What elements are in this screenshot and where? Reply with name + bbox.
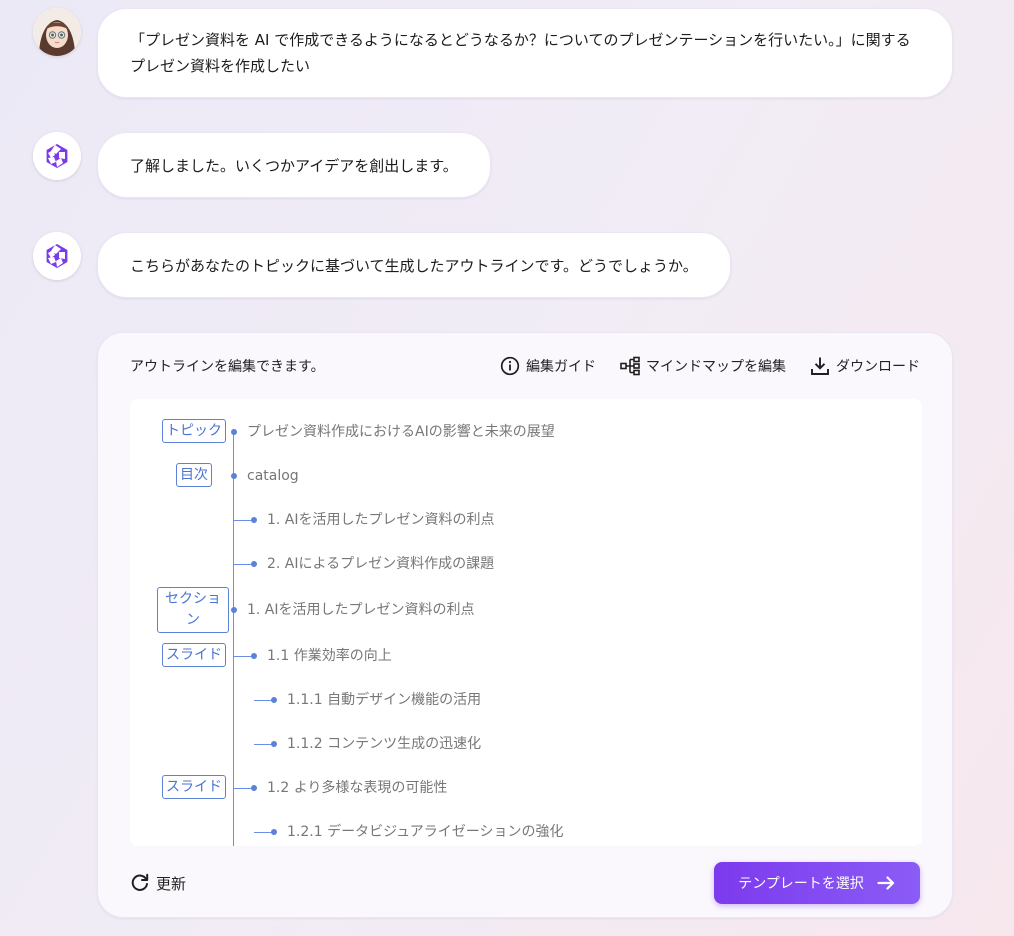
download-icon <box>811 357 829 375</box>
outline-node-dot <box>231 607 237 613</box>
download-label: ダウンロード <box>836 359 920 375</box>
outline-node-dot <box>251 517 257 523</box>
assistant-logo-icon <box>33 132 81 180</box>
outline-node-dot <box>271 741 277 747</box>
assistant-message: 了解しました。いくつかアイデアを創出します。 <box>97 132 491 198</box>
info-icon <box>500 356 520 376</box>
outline-tree[interactable]: トピック プレゼン資料作成におけるAIの影響と未来の展望 目次 catalog … <box>130 399 922 846</box>
outline-text[interactable]: 1.1 作業効率の向上 <box>267 646 392 666</box>
outline-node-dot <box>231 473 237 479</box>
outline-row-slide[interactable]: スライド 1.2 より多様な表現の可能性 <box>130 775 922 801</box>
outline-card: アウトラインを編集できます。 編集ガイド マインドマップを編集 ダウンロード ト… <box>97 332 953 918</box>
refresh-button[interactable]: 更新 <box>130 873 186 894</box>
refresh-label: 更新 <box>156 874 187 893</box>
outline-row-point[interactable]: 1.1.1 自動デザイン機能の活用 <box>130 687 922 713</box>
outline-text[interactable]: catalog <box>247 466 299 486</box>
outline-branch-line <box>254 700 272 701</box>
message-text: 「プレゼン資料を AI で作成できるようになるとどうなるか？についてのプレゼンテ… <box>130 31 911 75</box>
outline-card-header: アウトラインを編集できます。 編集ガイド マインドマップを編集 ダウンロード <box>130 353 920 379</box>
outline-branch-line <box>234 656 252 657</box>
arrow-right-icon <box>877 876 894 890</box>
tag-slide: スライド <box>162 643 226 667</box>
outline-text[interactable]: プレゼン資料作成におけるAIの影響と未来の展望 <box>247 422 555 442</box>
outline-row-catalog[interactable]: 目次 catalog <box>130 463 922 489</box>
tag-catalog: 目次 <box>176 463 212 487</box>
outline-text[interactable]: 1.1.1 自動デザイン機能の活用 <box>287 690 481 710</box>
edit-guide-label: 編集ガイド <box>526 359 596 375</box>
outline-node-dot <box>251 785 257 791</box>
select-template-label: テンプレートを選択 <box>738 876 864 892</box>
select-template-button[interactable]: テンプレートを選択 <box>714 862 920 904</box>
outline-text[interactable]: 2. AIによるプレゼン資料作成の課題 <box>267 554 494 574</box>
outline-row-point[interactable]: 1.1.2 コンテンツ生成の迅速化 <box>130 731 922 757</box>
edit-mindmap-button[interactable]: マインドマップを編集 <box>620 356 786 376</box>
outline-node-dot <box>231 429 237 435</box>
outline-text[interactable]: 1.1.2 コンテンツ生成の迅速化 <box>287 734 481 754</box>
outline-row-slide[interactable]: スライド 1.1 作業効率の向上 <box>130 643 922 669</box>
outline-text[interactable]: 1.2.1 データビジュアライゼーションの強化 <box>287 822 564 842</box>
mindmap-icon <box>620 356 640 376</box>
edit-guide-button[interactable]: 編集ガイド <box>500 356 596 376</box>
outline-branch-line <box>234 564 252 565</box>
outline-row-catalog-item[interactable]: 1. AIを活用したプレゼン資料の利点 <box>130 507 922 533</box>
outline-branch-line <box>254 832 272 833</box>
assistant-logo-icon <box>33 232 81 280</box>
outline-branch-line <box>234 520 252 521</box>
tag-slide: スライド <box>162 775 226 799</box>
tag-topic: トピック <box>162 419 226 443</box>
outline-row-point[interactable]: 1.2.1 データビジュアライゼーションの強化 <box>130 819 922 845</box>
user-avatar-icon <box>33 8 81 56</box>
outline-branch-line <box>234 788 252 789</box>
outline-card-footer: 更新 テンプレートを選択 <box>130 862 920 904</box>
refresh-icon <box>131 873 149 891</box>
message-text: こちらがあなたのトピックに基づいて生成したアウトラインです。どうでしょうか。 <box>130 257 698 275</box>
assistant-message: こちらがあなたのトピックに基づいて生成したアウトラインです。どうでしょうか。 <box>97 232 731 298</box>
outline-node-dot <box>271 697 277 703</box>
edit-mindmap-label: マインドマップを編集 <box>646 359 786 375</box>
outline-node-dot <box>251 561 257 567</box>
outline-edit-hint: アウトラインを編集できます。 <box>130 359 325 375</box>
outline-branch-line <box>254 744 272 745</box>
outline-node-dot <box>251 653 257 659</box>
user-message: 「プレゼン資料を AI で作成できるようになるとどうなるか？についてのプレゼンテ… <box>97 8 953 98</box>
outline-text[interactable]: 1. AIを活用したプレゼン資料の利点 <box>267 510 495 530</box>
outline-text[interactable]: 1.2 より多様な表現の可能性 <box>267 778 447 798</box>
message-text: 了解しました。いくつかアイデアを創出します。 <box>130 157 458 175</box>
tag-section: セクション <box>157 587 229 633</box>
outline-row-catalog-item[interactable]: 2. AIによるプレゼン資料作成の課題 <box>130 551 922 577</box>
outline-row-topic[interactable]: トピック プレゼン資料作成におけるAIの影響と未来の展望 <box>130 419 922 445</box>
outline-row-section[interactable]: セクション 1. AIを活用したプレゼン資料の利点 <box>130 587 922 633</box>
download-button[interactable]: ダウンロード <box>810 356 920 376</box>
outline-text[interactable]: 1. AIを活用したプレゼン資料の利点 <box>247 600 475 620</box>
outline-node-dot <box>271 829 277 835</box>
